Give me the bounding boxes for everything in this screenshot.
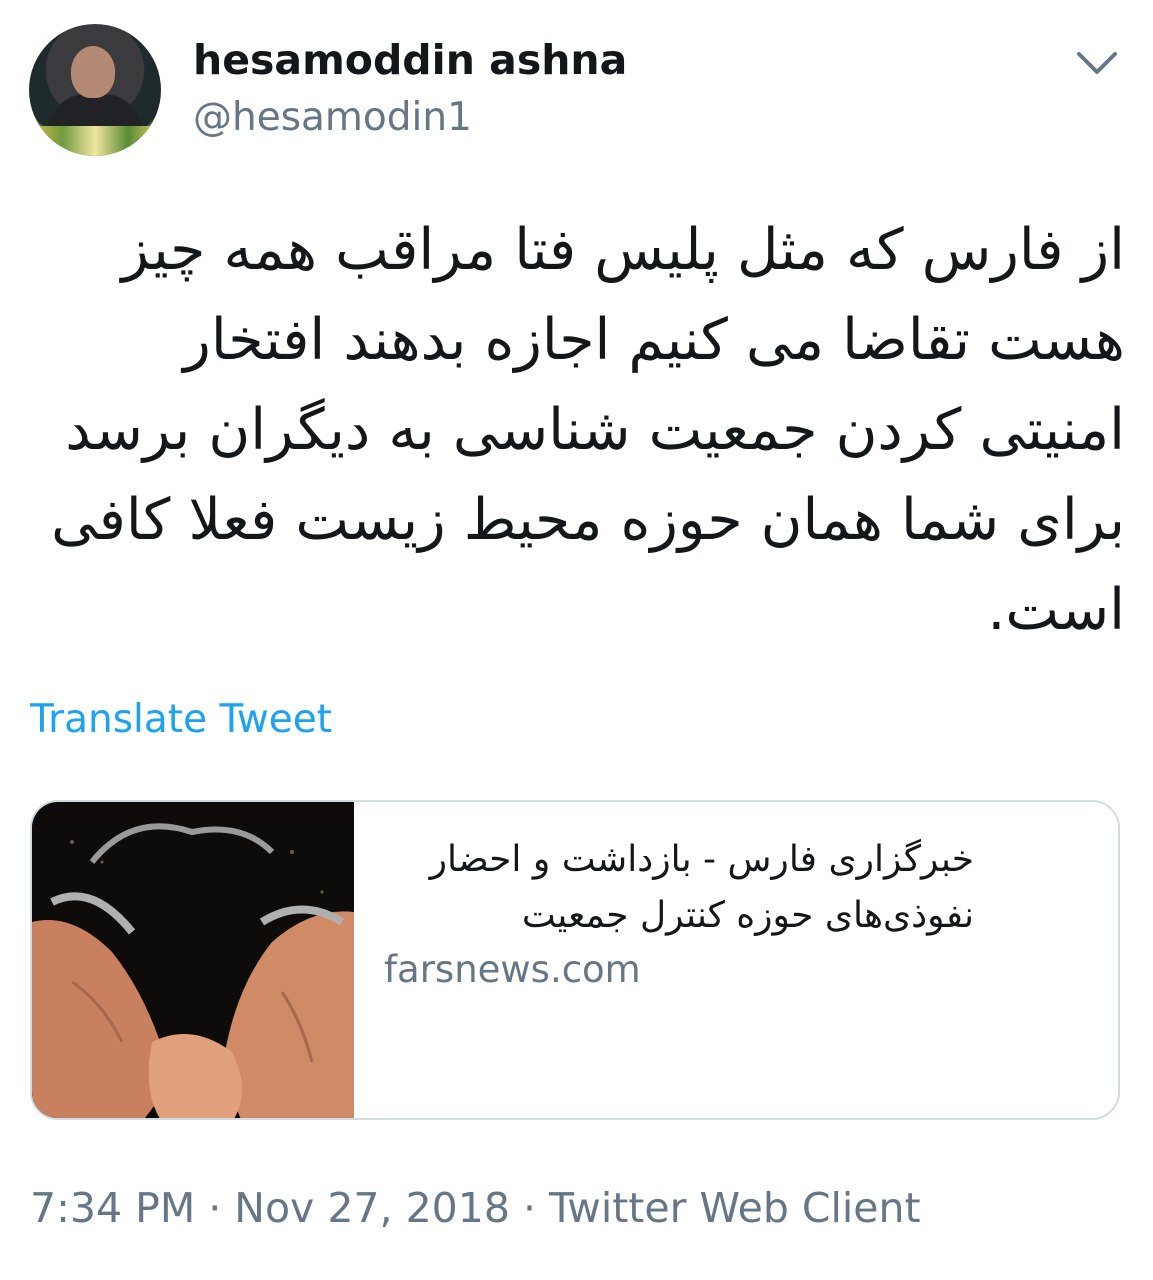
handcuffs-image [32, 802, 354, 1118]
tweet-line: هست تقاضا می کنیم اجازه بدهند افتخار [183, 307, 1125, 373]
author-handle[interactable]: @hesamodin1 [193, 95, 472, 140]
chevron-down-icon[interactable] [1075, 44, 1119, 80]
link-card[interactable]: خبرگزاری فارس - بازداشت و احضار نفوذی‌ها… [30, 800, 1120, 1120]
author-display-name[interactable]: hesamoddin ashna [193, 36, 627, 84]
tweet-line: از فارس که مثل پلیس فتا مراقب همه چیز [121, 217, 1125, 283]
tweet-line: برای شما همان حوزه محیط زیست فعلا کافی [51, 487, 1125, 553]
card-title-line: نفوذی‌های حوزه کنترل جمعیت [521, 895, 974, 936]
avatar-flowers [29, 126, 161, 156]
card-text[interactable]: خبرگزاری فارس - بازداشت و احضار نفوذی‌ها… [384, 832, 974, 991]
translate-tweet-link[interactable]: Translate Tweet [30, 697, 332, 742]
tweet-meta: 7:34 PM · Nov 27, 2018 · Twitter Web Cli… [30, 1184, 921, 1232]
card-title: خبرگزاری فارس - بازداشت و احضار نفوذی‌ها… [384, 832, 974, 944]
tweet-line: است. [987, 577, 1125, 643]
tweet-text: از فارس که مثل پلیس فتا مراقب همه چیز هس… [50, 205, 1125, 655]
avatar[interactable] [29, 24, 161, 156]
card-title-line: خبرگزاری فارس - بازداشت و احضار [429, 839, 974, 880]
card-domain: farsnews.com [384, 948, 641, 991]
avatar-face [71, 46, 115, 98]
tweet-line: امنیتی کردن جمعیت شناسی به دیگران برسد [65, 397, 1125, 463]
